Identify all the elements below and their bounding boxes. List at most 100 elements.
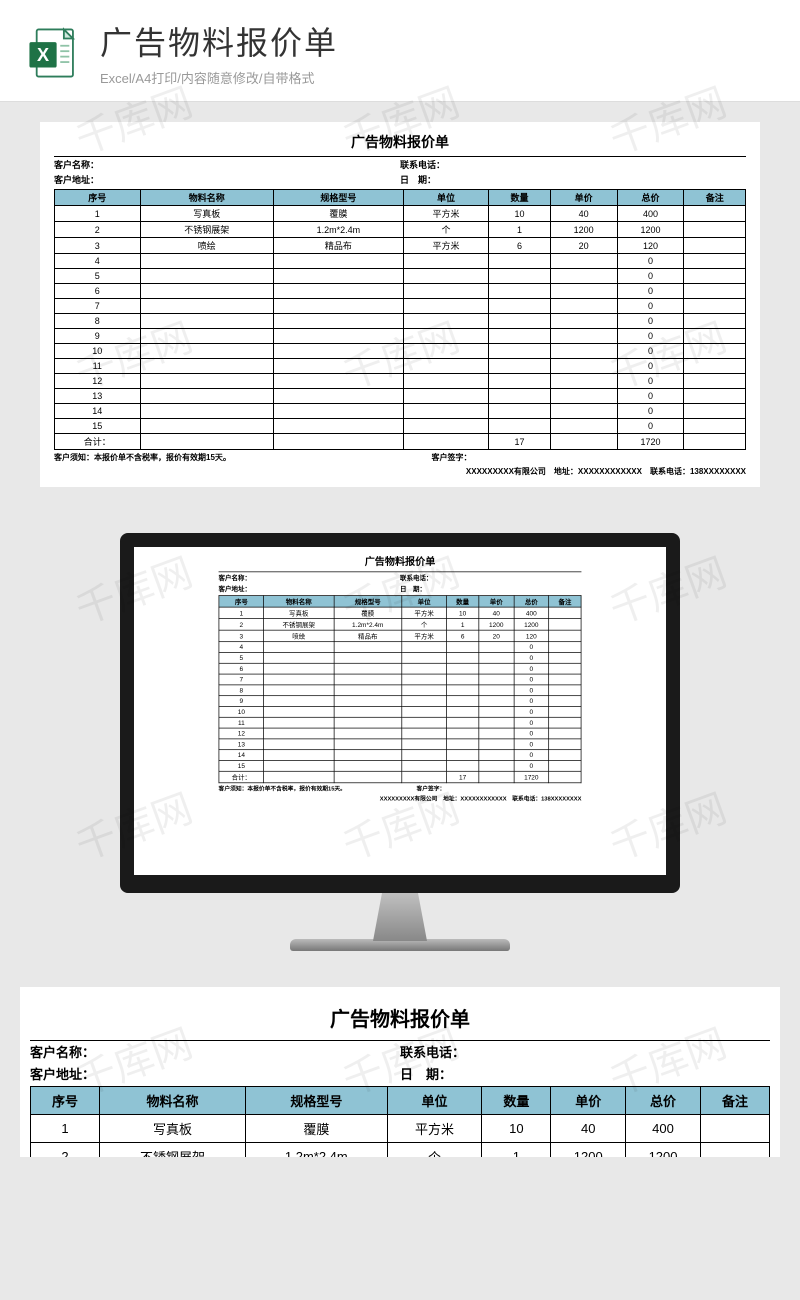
cell-total: 0	[617, 299, 684, 314]
cell-price	[550, 254, 617, 269]
table-row: 12 0	[219, 728, 581, 739]
cell-no: 15	[219, 760, 264, 771]
sum-total: 1720	[514, 771, 549, 783]
company-info: XXXXXXXXX有限公司 地址：XXXXXXXXXXXX 联系电话：138XX…	[54, 466, 746, 477]
cell-name	[264, 696, 334, 707]
cell-spec: 1.2m*2.4m	[245, 1143, 387, 1158]
cell-total: 0	[514, 685, 549, 696]
table-row: 12 0	[55, 374, 746, 389]
cell-remark	[684, 299, 746, 314]
table-row: 4 0	[219, 642, 581, 653]
cell-price: 40	[550, 206, 617, 222]
cell-name	[140, 359, 274, 374]
table-row: 6 0	[219, 663, 581, 674]
cell-unit	[403, 269, 489, 284]
cell-no: 5	[219, 652, 264, 663]
cell-qty	[489, 419, 550, 434]
cell-qty	[447, 685, 479, 696]
cell-spec	[274, 374, 404, 389]
cell-spec	[334, 750, 402, 761]
cell-spec	[334, 728, 402, 739]
cell-spec	[274, 344, 404, 359]
cell-unit	[402, 717, 447, 728]
table-header: 数量	[489, 190, 550, 206]
cell-total: 0	[617, 314, 684, 329]
cell-unit	[403, 329, 489, 344]
cell-total: 1200	[626, 1143, 701, 1158]
cell-name	[140, 419, 274, 434]
phone-label: 联系电话：	[400, 157, 746, 172]
table-header: 备注	[549, 596, 581, 608]
cell-spec	[274, 359, 404, 374]
cell-total: 0	[514, 663, 549, 674]
cell-no: 12	[55, 374, 141, 389]
cell-price: 20	[550, 238, 617, 254]
svg-text:X: X	[37, 45, 49, 65]
cell-remark	[549, 739, 581, 750]
cell-price	[479, 717, 514, 728]
cell-no: 1	[219, 607, 264, 619]
cell-price: 1200	[551, 1143, 626, 1158]
cell-total: 120	[617, 238, 684, 254]
table-row: 13 0	[55, 389, 746, 404]
cell-unit	[403, 284, 489, 299]
cell-no: 9	[219, 696, 264, 707]
cell-spec: 1.2m*2.4m	[274, 222, 404, 238]
cell-no: 8	[219, 685, 264, 696]
table-header: 物料名称	[140, 190, 274, 206]
cell-spec: 1.2m*2.4m	[334, 619, 402, 631]
cell-total: 120	[514, 630, 549, 642]
cell-spec	[274, 404, 404, 419]
cell-qty	[489, 359, 550, 374]
table-header: 规格型号	[274, 190, 404, 206]
cell-name: 喷绘	[264, 630, 334, 642]
cell-unit	[402, 728, 447, 739]
cell-unit	[402, 663, 447, 674]
cell-qty	[489, 374, 550, 389]
cell-remark	[684, 374, 746, 389]
cell-total: 0	[514, 696, 549, 707]
cell-remark	[684, 344, 746, 359]
table-header: 单位	[402, 596, 447, 608]
address-label: 客户地址：	[30, 1063, 400, 1084]
cell-spec	[334, 674, 402, 685]
cell-unit	[402, 706, 447, 717]
cell-unit	[402, 760, 447, 771]
sum-total: 1720	[617, 434, 684, 450]
cell-qty	[447, 750, 479, 761]
table-header: 总价	[514, 596, 549, 608]
monitor-mockup: 广告物料报价单客户名称：联系电话：客户地址：日 期：序号物料名称规格型号单位数量…	[120, 533, 680, 951]
page-title: 广告物料报价单	[100, 18, 338, 64]
cell-spec: 覆膜	[274, 206, 404, 222]
sum-qty: 17	[447, 771, 479, 783]
cell-remark	[549, 642, 581, 653]
cell-name	[264, 760, 334, 771]
cell-price	[550, 329, 617, 344]
cell-remark	[684, 206, 746, 222]
cell-spec	[274, 269, 404, 284]
table-row: 1 写真板 覆膜 平方米 10 40 400	[31, 1115, 770, 1143]
cell-spec: 精品布	[334, 630, 402, 642]
cell-remark	[549, 696, 581, 707]
table-header: 单位	[403, 190, 489, 206]
cell-qty: 10	[489, 206, 550, 222]
cell-unit	[402, 739, 447, 750]
cell-price	[550, 269, 617, 284]
cell-no: 10	[55, 344, 141, 359]
cell-qty	[447, 706, 479, 717]
cell-qty	[447, 717, 479, 728]
cell-no: 14	[55, 404, 141, 419]
company-info: XXXXXXXXX有限公司 地址：XXXXXXXXXXXX 联系电话：138XX…	[219, 795, 582, 803]
table-header: 物料名称	[264, 596, 334, 608]
cell-name: 不锈钢展架	[140, 222, 274, 238]
cell-spec	[274, 419, 404, 434]
table-row: 7 0	[219, 674, 581, 685]
cell-name	[140, 314, 274, 329]
cell-qty	[489, 269, 550, 284]
page-subtitle: Excel/A4打印/内容随意修改/自带格式	[100, 68, 338, 87]
monitor-screen: 广告物料报价单客户名称：联系电话：客户地址：日 期：序号物料名称规格型号单位数量…	[120, 533, 680, 893]
table-row: 1 写真板 覆膜 平方米 10 40 400	[55, 206, 746, 222]
cell-price	[550, 389, 617, 404]
cell-qty	[447, 696, 479, 707]
cell-spec	[334, 685, 402, 696]
